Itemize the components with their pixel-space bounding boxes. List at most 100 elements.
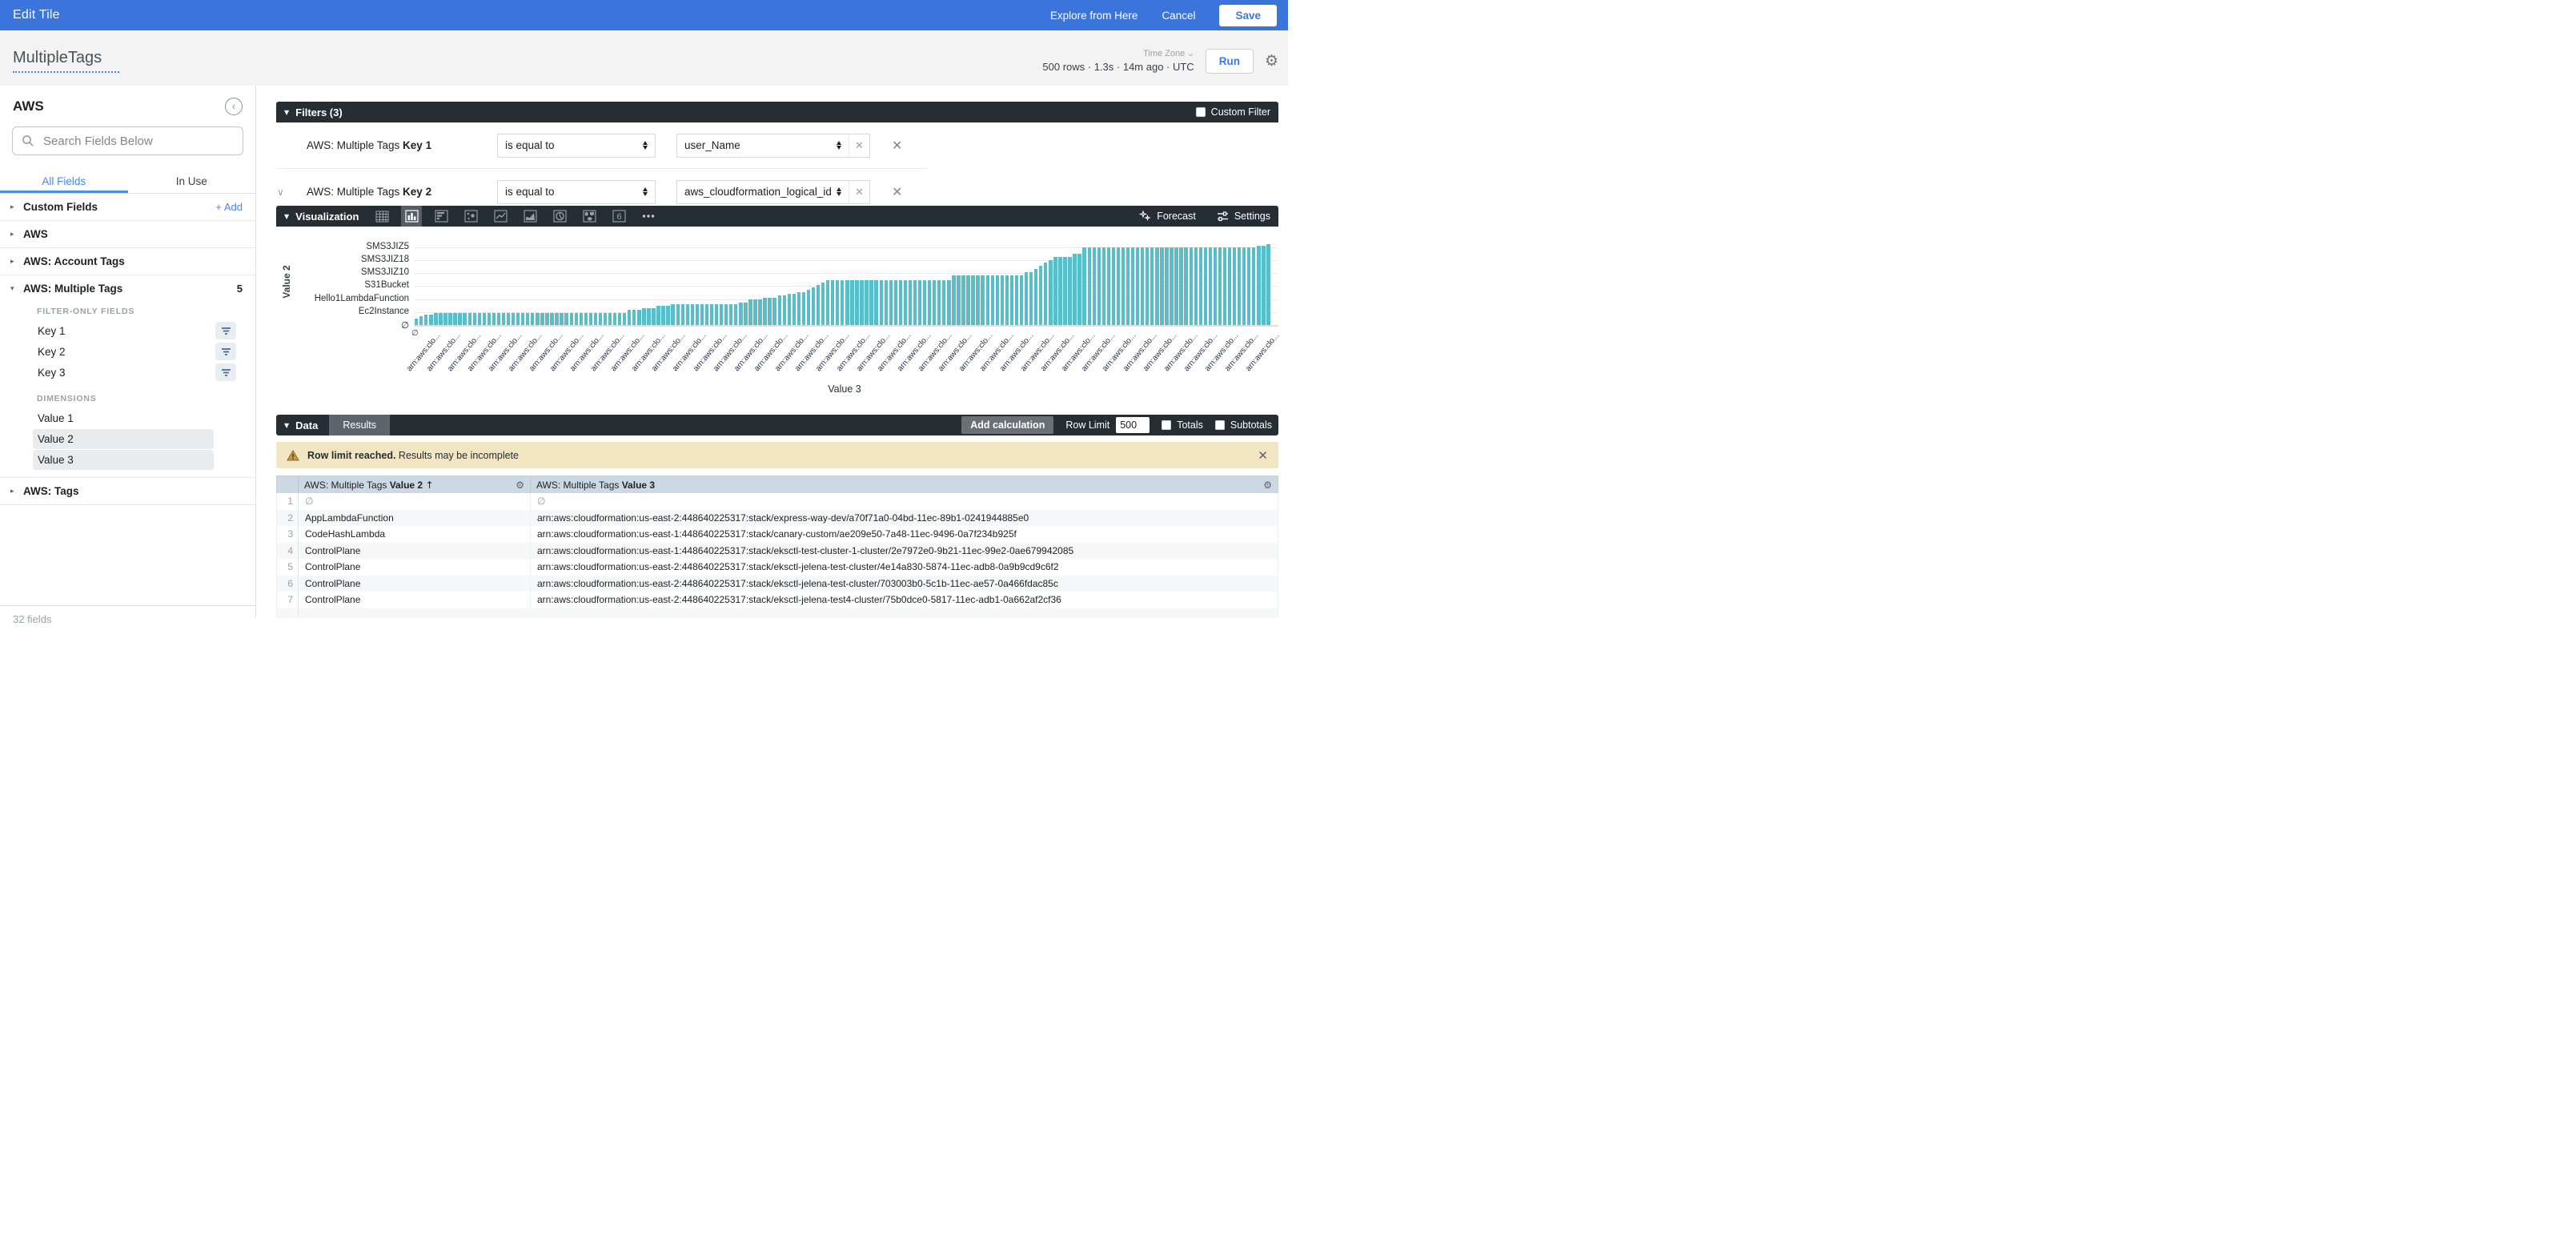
bar[interactable] — [1093, 247, 1096, 325]
bar[interactable] — [885, 280, 888, 325]
bar[interactable] — [1218, 247, 1222, 325]
bar[interactable] — [899, 280, 902, 325]
bar[interactable] — [1262, 246, 1265, 325]
bar[interactable] — [608, 313, 612, 325]
cell-value-3[interactable]: arn:aws:cloudformation:us-east-1:4486402… — [531, 528, 1278, 540]
search-field[interactable]: Search Fields Below — [12, 126, 243, 155]
bar[interactable] — [1034, 269, 1037, 325]
forecast-button[interactable]: Forecast — [1139, 211, 1196, 222]
viz-settings-button[interactable]: Settings — [1217, 211, 1270, 222]
table-row[interactable]: 6ControlPlanearn:aws:cloudformation:us-e… — [276, 576, 1278, 592]
collapse-caret-icon[interactable]: ▼ — [284, 109, 289, 116]
clear-value-button[interactable]: ✕ — [849, 134, 870, 158]
bar[interactable] — [1117, 247, 1120, 325]
row-limit-input[interactable] — [1116, 417, 1150, 433]
bar[interactable] — [855, 280, 858, 325]
bar[interactable] — [686, 304, 689, 325]
bar[interactable] — [748, 299, 752, 325]
timezone-dropdown[interactable]: Time Zone ⌄ — [1042, 48, 1194, 60]
bar[interactable] — [691, 304, 694, 325]
viz-type-table-icon[interactable] — [371, 206, 392, 227]
bar[interactable] — [564, 313, 568, 325]
bar[interactable] — [865, 280, 868, 325]
field-key-2[interactable]: Key 2 — [33, 342, 214, 362]
bar[interactable] — [1049, 260, 1052, 325]
bar[interactable] — [1179, 247, 1182, 325]
cell-value-2[interactable]: ∅ — [299, 493, 531, 510]
clear-value-button[interactable]: ✕ — [849, 180, 870, 204]
bar[interactable] — [512, 313, 515, 325]
bar[interactable] — [753, 299, 756, 325]
table-row[interactable]: 2AppLambdaFunctionarn:aws:cloudformation… — [276, 510, 1278, 527]
bar[interactable] — [429, 315, 432, 325]
tab-results[interactable]: Results — [329, 415, 390, 435]
table-row[interactable]: 7ControlPlanearn:aws:cloudformation:us-e… — [276, 592, 1278, 608]
bar[interactable] — [957, 275, 960, 325]
bar[interactable] — [705, 304, 708, 325]
sidebar-section-aws[interactable]: ▸ AWS — [0, 221, 255, 247]
subtotals-checkbox[interactable] — [1215, 420, 1225, 430]
bar[interactable] — [1015, 275, 1018, 325]
bar[interactable] — [1077, 254, 1081, 325]
add-custom-field-button[interactable]: + Add — [215, 201, 243, 213]
bar[interactable] — [526, 313, 529, 325]
totals-toggle[interactable]: Totals — [1162, 419, 1203, 431]
bar[interactable] — [1025, 272, 1028, 325]
bar[interactable] — [575, 313, 578, 325]
subtotals-toggle[interactable]: Subtotals — [1215, 419, 1272, 431]
bar[interactable] — [681, 304, 684, 325]
bar[interactable] — [1088, 247, 1091, 325]
column-header-value-2[interactable]: AWS: Multiple Tags Value 2 ↑ ⚙ — [299, 476, 531, 493]
bar[interactable] — [942, 280, 945, 325]
totals-checkbox[interactable] — [1162, 420, 1171, 430]
bar[interactable] — [904, 280, 907, 325]
cell-value-3[interactable]: ∅ — [531, 496, 1278, 507]
bar[interactable] — [1170, 247, 1173, 325]
collapse-caret-icon[interactable]: ▼ — [284, 213, 289, 220]
bar[interactable] — [492, 313, 496, 325]
bar[interactable] — [580, 313, 583, 325]
bar[interactable] — [478, 313, 481, 325]
bar[interactable] — [976, 275, 979, 325]
bar[interactable] — [909, 280, 912, 325]
bar[interactable] — [1082, 247, 1085, 325]
tab-in-use[interactable]: In Use — [128, 168, 256, 193]
bar[interactable] — [880, 280, 883, 325]
bar[interactable] — [1247, 247, 1250, 325]
filter-operator-select[interactable]: is equal to — [497, 134, 656, 158]
bar[interactable] — [584, 313, 588, 325]
bar[interactable] — [894, 280, 897, 325]
filter-value-select[interactable]: aws_cloudformation_logical_id — [676, 180, 849, 204]
viz-type-area-icon[interactable] — [520, 206, 540, 227]
save-button[interactable]: Save — [1219, 5, 1277, 26]
cell-value-2[interactable]: AppLambdaFunction — [299, 510, 531, 527]
bar[interactable] — [1044, 263, 1047, 325]
cell-value-2[interactable]: ControlPlane — [299, 543, 531, 560]
bar-chart[interactable]: Value 2 ∅Ec2InstanceHello1LambdaFunction… — [276, 227, 1278, 407]
filter-icon[interactable] — [215, 343, 236, 360]
viz-type-map-icon[interactable] — [579, 206, 600, 227]
bar[interactable] — [1029, 272, 1033, 325]
bar[interactable] — [720, 304, 723, 325]
bar[interactable] — [1063, 257, 1066, 325]
bar[interactable] — [1053, 257, 1057, 325]
bar[interactable] — [1141, 247, 1144, 325]
bar[interactable] — [1112, 247, 1115, 325]
bar[interactable] — [991, 275, 994, 325]
bar[interactable] — [788, 294, 791, 325]
sidebar-section-aws-tags[interactable]: ▸ AWS: Tags — [0, 478, 255, 504]
collapse-sidebar-button[interactable]: ‹ — [225, 98, 243, 115]
remove-filter-button[interactable]: ✕ — [892, 184, 902, 200]
bar[interactable] — [656, 306, 660, 325]
query-gear-icon[interactable]: ⚙ — [1265, 52, 1278, 70]
filter-operator-select[interactable]: is equal to — [497, 180, 656, 204]
bar[interactable] — [923, 280, 926, 325]
bar[interactable] — [1005, 275, 1009, 325]
bar[interactable] — [589, 313, 592, 325]
bar[interactable] — [1209, 247, 1212, 325]
bar[interactable] — [1174, 247, 1178, 325]
field-value-2[interactable]: Value 2 — [33, 429, 214, 449]
bar[interactable] — [647, 308, 650, 325]
table-row[interactable]: 5ControlPlanearn:aws:cloudformation:us-e… — [276, 559, 1278, 576]
bar[interactable] — [869, 280, 873, 325]
